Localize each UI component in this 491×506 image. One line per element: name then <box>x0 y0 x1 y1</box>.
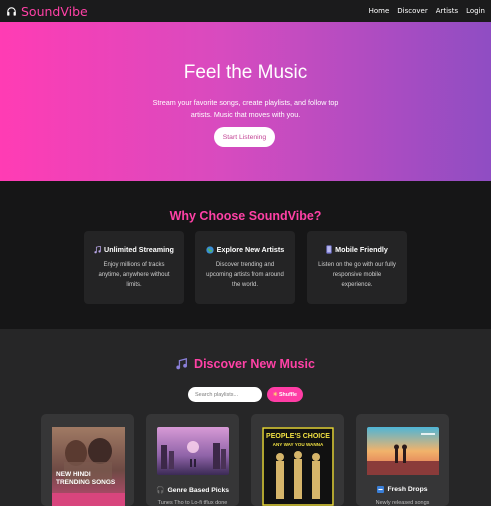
feature-title: Explore New Artists <box>216 245 285 254</box>
card-title: 🎧 Genre Based Picks <box>146 486 239 495</box>
shuffle-button[interactable]: ✳ Shuffle <box>267 387 303 402</box>
feature-title: Unlimited Streaming <box>104 245 174 254</box>
mobile-phone-icon <box>326 245 332 254</box>
feature-card-streaming: Unlimited Streaming Enjoy millions of tr… <box>84 231 184 304</box>
shuffle-label: Shuffle <box>278 391 297 398</box>
playlist-card[interactable]: PEOPLE'S CHOICE ANY WAY YOU WANNA <box>251 414 344 506</box>
album-art-line-2: TRENDING SONGS <box>56 479 116 486</box>
album-art-peoples-choice: PEOPLE'S CHOICE ANY WAY YOU WANNA <box>262 427 334 506</box>
card-title: Fresh Drops <box>356 486 449 493</box>
why-section: Why Choose SoundVibe? Unlimited Streamin… <box>0 181 491 329</box>
music-note-icon <box>94 245 101 253</box>
album-art-line-1: PEOPLE'S CHOICE <box>266 433 330 440</box>
album-art-genre-picks <box>157 427 229 475</box>
nav-artists[interactable]: Artists <box>436 7 458 15</box>
headphones-icon: 🎧 <box>155 487 165 494</box>
feature-text: Discover trending and upcoming artists f… <box>206 262 284 288</box>
nav-home[interactable]: Home <box>369 7 390 15</box>
discover-heading: Discover New Music <box>0 357 491 371</box>
feature-title: Mobile Friendly <box>335 245 388 254</box>
feature-heading: Explore New Artists <box>195 245 295 254</box>
new-badge-icon <box>377 486 385 493</box>
feature-card-artists: Explore New Artists Discover trending an… <box>195 231 295 304</box>
hero-subtitle: Stream your favorite songs, create playl… <box>152 98 339 119</box>
feature-text: Enjoy millions of tracks anytime, anywhe… <box>98 262 170 288</box>
discover-title: Discover New Music <box>194 357 315 371</box>
playlist-card[interactable]: Fresh Drops Newly released songs <box>356 414 449 506</box>
hero-title: Feel the Music <box>183 62 308 83</box>
album-art-line-2: ANY WAY YOU WANNA <box>273 442 324 447</box>
feature-heading: Mobile Friendly <box>307 245 407 254</box>
card-title-text: Genre Based Picks <box>167 486 230 494</box>
playlist-card[interactable]: NEW HINDI TRENDING SONGS <box>41 414 134 506</box>
feature-heading: Unlimited Streaming <box>84 245 184 254</box>
brand-name: SoundVibe <box>21 3 88 19</box>
hero-section: Feel the Music Stream your favorite song… <box>0 22 491 181</box>
navbar: SoundVibe Home Discover Artists Login <box>0 0 491 22</box>
card-description: Tunes Tho to Lo-fi tflux done <box>157 500 228 506</box>
card-title-text: Fresh Drops <box>387 486 428 493</box>
nav-links: Home Discover Artists Login <box>369 7 485 15</box>
nav-login[interactable]: Login <box>466 7 485 15</box>
sparkle-icon: ✳ <box>273 391 278 398</box>
card-description: Newly released songs <box>375 500 430 506</box>
start-listening-button[interactable]: Start Listening <box>214 127 275 147</box>
album-art-line-1: NEW HINDI <box>56 471 91 478</box>
feature-card-mobile: Mobile Friendly Listen on the go with ou… <box>307 231 407 304</box>
playlist-card[interactable]: 🎧 Genre Based Picks Tunes Tho to Lo-fi t… <box>146 414 239 506</box>
album-art-hindi-songs: NEW HINDI TRENDING SONGS <box>52 427 125 506</box>
headphones-icon <box>7 6 16 16</box>
nav-discover[interactable]: Discover <box>397 7 427 15</box>
album-art-fresh-drops <box>367 427 439 475</box>
search-input[interactable] <box>188 387 262 402</box>
globe-icon <box>206 245 214 254</box>
brand[interactable]: SoundVibe <box>6 4 88 19</box>
why-title: Why Choose SoundVibe? <box>169 209 322 223</box>
feature-text: Listen on the go with our fully responsi… <box>318 262 396 288</box>
discover-section: Discover New Music ✳ Shuffle NEW HINDI T… <box>0 329 491 506</box>
music-notes-icon <box>176 358 188 370</box>
